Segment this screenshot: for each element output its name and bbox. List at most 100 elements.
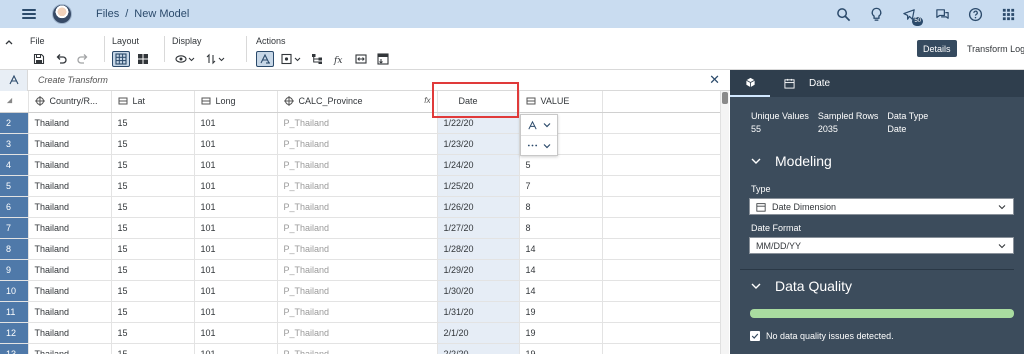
create-transform-input[interactable]: Create Transform xyxy=(38,75,108,85)
table-cell[interactable]: P_Thailand xyxy=(277,238,438,260)
geo-dropdown-icon[interactable] xyxy=(278,51,304,67)
save-icon[interactable] xyxy=(30,51,48,67)
table-cell[interactable]: 101 xyxy=(194,175,278,197)
column-header-lat[interactable]: Lat xyxy=(111,91,195,113)
table-cell[interactable]: 19 xyxy=(519,301,603,323)
table-row[interactable]: 2 Thailand 15 101 P_Thailand 1/22/20 xyxy=(0,112,721,134)
row-number[interactable]: 13 xyxy=(0,343,29,354)
table-row[interactable]: 8 Thailand 15 101 P_Thailand 1/28/20 14 xyxy=(0,238,721,260)
select-all-corner[interactable] xyxy=(0,91,29,113)
row-number[interactable]: 6 xyxy=(0,196,29,218)
table-cell[interactable]: 15 xyxy=(111,217,195,239)
table-cell[interactable]: 1/23/20 xyxy=(437,133,520,155)
table-cell[interactable]: 101 xyxy=(194,322,278,344)
row-number[interactable]: 12 xyxy=(0,322,29,344)
grid-menu-icon[interactable] xyxy=(1000,6,1016,22)
date-format-select[interactable]: MM/DD/YY xyxy=(749,237,1014,254)
table-cell[interactable]: 101 xyxy=(194,301,278,323)
table-layout-icon[interactable] xyxy=(112,51,130,67)
more-menu-item[interactable] xyxy=(521,135,557,155)
row-number[interactable]: 3 xyxy=(0,133,29,155)
close-icon[interactable]: ✕ xyxy=(709,73,720,86)
table-cell[interactable]: 5 xyxy=(519,154,603,176)
table-cell[interactable]: P_Thailand xyxy=(277,196,438,218)
redo-icon[interactable] xyxy=(74,51,92,67)
modeling-section-header[interactable]: Modeling xyxy=(751,153,832,169)
details-button[interactable]: Details xyxy=(917,40,957,57)
table-cell[interactable]: Thailand xyxy=(28,280,112,302)
row-number[interactable]: 11 xyxy=(0,301,29,323)
pivot-icon[interactable] xyxy=(374,51,392,67)
undo-icon[interactable] xyxy=(52,51,70,67)
menu-icon[interactable] xyxy=(22,9,36,19)
breadcrumb-files[interactable]: Files xyxy=(96,8,119,20)
table-cell[interactable]: 15 xyxy=(111,154,195,176)
table-cell[interactable]: 8 xyxy=(519,217,603,239)
table-cell[interactable]: 15 xyxy=(111,322,195,344)
table-row[interactable]: 10 Thailand 15 101 P_Thailand 1/30/20 14 xyxy=(0,280,721,302)
chat-icon[interactable] xyxy=(934,6,950,22)
collapse-toolbar-icon[interactable] xyxy=(5,38,13,46)
row-number[interactable]: 2 xyxy=(0,112,29,134)
table-cell[interactable]: Thailand xyxy=(28,343,112,354)
column-header-calc-province[interactable]: CALC_Province fx xyxy=(277,91,438,113)
table-row[interactable]: 7 Thailand 15 101 P_Thailand 1/27/20 8 xyxy=(0,217,721,239)
table-cell[interactable]: 15 xyxy=(111,175,195,197)
table-cell[interactable]: 14 xyxy=(519,280,603,302)
table-cell[interactable]: P_Thailand xyxy=(277,280,438,302)
table-row[interactable]: 4 Thailand 15 101 P_Thailand 1/24/20 5 xyxy=(0,154,721,176)
table-cell[interactable]: 101 xyxy=(194,112,278,134)
table-cell[interactable]: Thailand xyxy=(28,217,112,239)
table-cell[interactable]: 101 xyxy=(194,280,278,302)
show-hide-dropdown-icon[interactable] xyxy=(172,51,198,67)
table-cell[interactable]: P_Thailand xyxy=(277,154,438,176)
table-cell[interactable]: 19 xyxy=(519,322,603,344)
table-cell[interactable]: P_Thailand xyxy=(277,322,438,344)
table-cell[interactable]: 1/31/20 xyxy=(437,301,520,323)
data-quality-section-header[interactable]: Data Quality xyxy=(751,278,852,294)
table-cell[interactable]: 15 xyxy=(111,280,195,302)
table-cell[interactable]: Thailand xyxy=(28,322,112,344)
row-number[interactable]: 5 xyxy=(0,175,29,197)
sort-dropdown-icon[interactable] xyxy=(202,51,228,67)
table-cell[interactable]: 15 xyxy=(111,301,195,323)
row-number[interactable]: 4 xyxy=(0,154,29,176)
table-cell[interactable]: 2/2/20 xyxy=(437,343,520,354)
transform-bar-icon[interactable] xyxy=(0,70,28,91)
lightbulb-icon[interactable] xyxy=(868,6,884,22)
table-row[interactable]: 3 Thailand 15 101 P_Thailand 1/23/20 xyxy=(0,133,721,155)
notifications-icon[interactable]: 50 xyxy=(901,6,923,26)
hierarchy-icon[interactable] xyxy=(308,51,326,67)
table-row[interactable]: 5 Thailand 15 101 P_Thailand 1/25/20 7 xyxy=(0,175,721,197)
table-cell[interactable]: 101 xyxy=(194,133,278,155)
formula-icon[interactable]: fx xyxy=(330,51,348,67)
column-header-country[interactable]: Country/R... xyxy=(28,91,112,113)
table-cell[interactable]: P_Thailand xyxy=(277,217,438,239)
table-cell[interactable]: P_Thailand xyxy=(277,112,438,134)
table-cell[interactable]: 1/29/20 xyxy=(437,259,520,281)
table-cell[interactable]: 1/25/20 xyxy=(437,175,520,197)
column-header-value[interactable]: VALUE xyxy=(519,91,603,113)
table-cell[interactable]: 101 xyxy=(194,259,278,281)
table-row[interactable]: 12 Thailand 15 101 P_Thailand 2/1/20 19 xyxy=(0,322,721,344)
table-cell[interactable]: 101 xyxy=(194,343,278,354)
table-cell[interactable]: Thailand xyxy=(28,112,112,134)
table-cell[interactable]: P_Thailand xyxy=(277,259,438,281)
table-row[interactable]: 11 Thailand 15 101 P_Thailand 1/31/20 19 xyxy=(0,301,721,323)
table-cell[interactable]: 101 xyxy=(194,196,278,218)
row-number[interactable]: 9 xyxy=(0,259,29,281)
column-header-long[interactable]: Long xyxy=(194,91,278,113)
tab-date[interactable]: Date xyxy=(784,70,830,97)
row-number[interactable]: 8 xyxy=(0,238,29,260)
transform-log-button[interactable]: Transform Log xyxy=(967,44,1024,54)
table-cell[interactable]: 2/1/20 xyxy=(437,322,520,344)
table-cell[interactable]: 14 xyxy=(519,238,603,260)
help-icon[interactable] xyxy=(967,6,983,22)
search-icon[interactable] xyxy=(835,6,851,22)
table-cell[interactable]: P_Thailand xyxy=(277,343,438,354)
tab-model[interactable] xyxy=(730,70,770,97)
table-cell[interactable]: Thailand xyxy=(28,259,112,281)
table-row[interactable]: 6 Thailand 15 101 P_Thailand 1/26/20 8 xyxy=(0,196,721,218)
scrollbar-thumb[interactable] xyxy=(722,92,728,104)
table-cell[interactable]: 19 xyxy=(519,343,603,354)
